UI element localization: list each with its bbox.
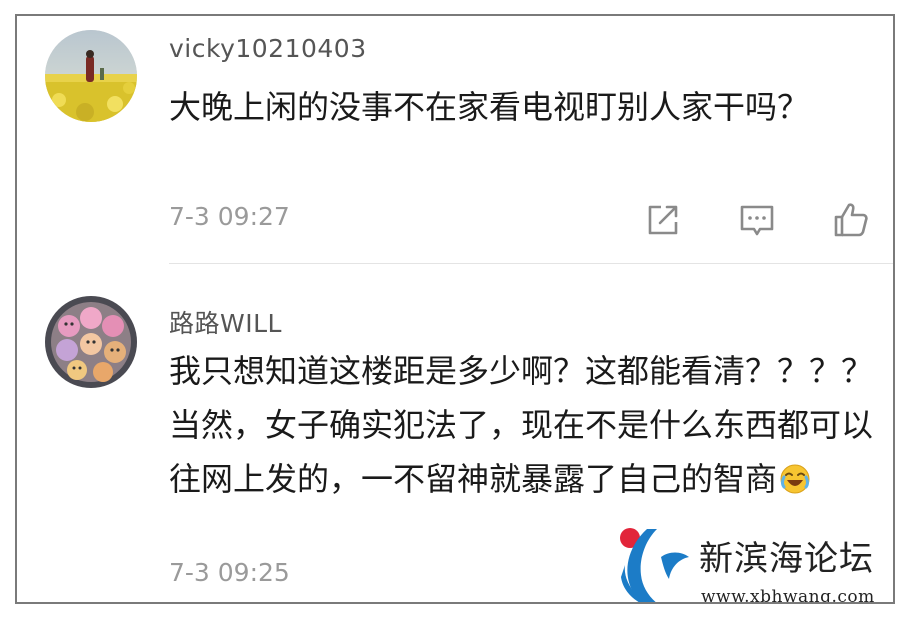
watermark-title: 新滨海论坛 xyxy=(699,539,874,579)
cupcakes-photo-avatar xyxy=(45,296,137,388)
rapeseed-field-photo-avatar xyxy=(45,30,137,122)
watermark-url: www.xbhwang.com xyxy=(701,587,875,604)
avatar[interactable] xyxy=(45,30,137,122)
avatar[interactable] xyxy=(45,296,137,388)
reply-comment-icon xyxy=(740,205,774,236)
site-logo-icon xyxy=(620,528,689,602)
comment-text: 我只想知道这楼距是多少啊？这都能看清？？？？当然，女子确实犯法了，现在不是什么东… xyxy=(169,344,879,506)
like-button[interactable] xyxy=(831,200,871,240)
comment-divider xyxy=(169,263,893,264)
reply-button[interactable] xyxy=(737,200,777,240)
comment-text-content: 我只想知道这楼距是多少啊？这都能看清？？？？当然，女子确实犯法了，现在不是什么东… xyxy=(169,352,874,498)
comment-list-panel: vicky10210403 大晚上闲的没事不在家看电视盯别人家干吗？ 7-3 0… xyxy=(15,14,895,604)
comment-text: 大晚上闲的没事不在家看电视盯别人家干吗？ xyxy=(169,88,810,126)
site-watermark: 新滨海论坛 www.xbhwang.com xyxy=(617,521,893,604)
share-icon xyxy=(648,205,678,235)
comment-timestamp: 7-3 09:27 xyxy=(169,202,290,231)
thumbs-up-icon xyxy=(834,203,868,237)
share-button[interactable] xyxy=(643,200,683,240)
crying-laughing-emoji-icon xyxy=(779,457,811,494)
comment-timestamp: 7-3 09:25 xyxy=(169,558,290,587)
comment-item: vicky10210403 大晚上闲的没事不在家看电视盯别人家干吗？ 7-3 0… xyxy=(17,16,893,261)
comment-username[interactable]: vicky10210403 xyxy=(169,34,367,63)
comment-username[interactable]: 路路WILL xyxy=(169,304,282,340)
